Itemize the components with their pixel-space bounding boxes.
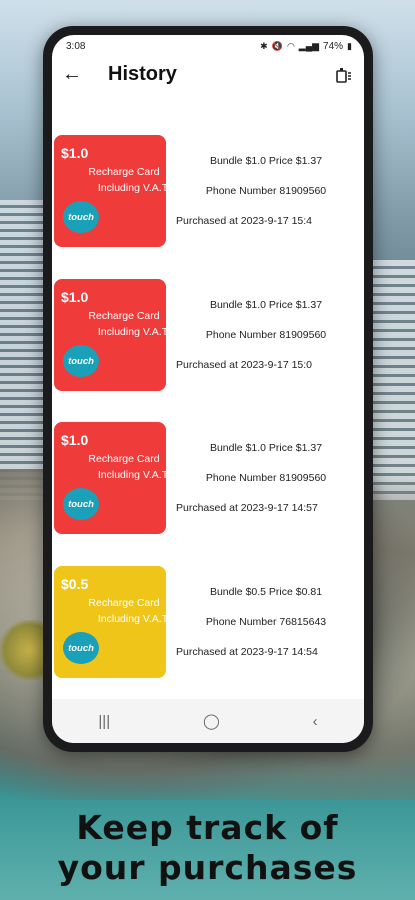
touch-logo-icon: touch	[63, 632, 99, 664]
bundle-price-text: Bundle $1.0 Price $1.37	[209, 442, 323, 454]
card-label: Recharge Card	[88, 310, 160, 322]
card-label: Recharge Card	[88, 453, 160, 465]
card-amount: $0.5	[61, 576, 89, 592]
arrow-left-icon[interactable]: ←	[62, 63, 82, 86]
bundle-price-text: Bundle $1.0 Price $1.37	[209, 299, 323, 311]
touch-logo-icon: touch	[63, 488, 99, 520]
bluetooth-icon: ✱	[260, 40, 268, 51]
page-title: History	[108, 63, 177, 85]
purchase-item[interactable]: $1.0 Recharge Card Including V.A.T touch…	[52, 422, 364, 534]
recharge-card-thumbnail: $1.0 Recharge Card Including V.A.T touch	[54, 135, 168, 247]
purchase-details: Bundle $1.0 Price $1.37 Phone Number 819…	[170, 135, 362, 247]
caption-line-2: your purchases	[57, 848, 358, 887]
bundle-price-text: Bundle $1.0 Price $1.37	[209, 155, 323, 167]
card-amount: $1.0	[61, 432, 89, 448]
phone-screen: 3:08 ✱ 🔇 ◠ ▂▄▆ 74% ▮ ← History $1.0 Rech…	[52, 35, 364, 743]
mute-icon: 🔇	[271, 40, 283, 51]
phone-frame: 3:08 ✱ 🔇 ◠ ▂▄▆ 74% ▮ ← History $1.0 Rech…	[43, 26, 373, 752]
touch-logo-icon: touch	[63, 345, 99, 377]
card-amount: $1.0	[61, 289, 89, 305]
background-building-right	[369, 260, 415, 500]
purchased-at-text: Purchased at 2023-9-17 15:0	[176, 359, 313, 371]
phone-number-text: Phone Number 81909560	[205, 472, 327, 484]
card-label: Recharge Card	[88, 597, 160, 609]
purchased-at-text: Purchased at 2023-9-17 14:57	[176, 502, 318, 514]
status-bar: 3:08 ✱ 🔇 ◠ ▂▄▆ 74% ▮	[52, 35, 364, 57]
promo-caption: Keep track of your purchases	[0, 808, 415, 888]
wifi-icon: ◠	[286, 40, 295, 51]
purchased-at-text: Purchased at 2023-9-17 14:54	[176, 646, 318, 658]
recharge-card-thumbnail: $1.0 Recharge Card Including V.A.T touch	[54, 422, 168, 534]
purchased-at-text: Purchased at 2023-9-17 15:4	[176, 215, 313, 227]
clear-history-icon[interactable]	[336, 67, 352, 83]
card-amount: $1.0	[61, 145, 89, 161]
recents-icon[interactable]: |||	[98, 713, 110, 730]
phone-number-text: Phone Number 76815643	[205, 616, 327, 628]
battery-percent: 74%	[323, 40, 344, 52]
home-icon[interactable]: ◯	[203, 712, 220, 730]
purchase-item[interactable]: $1.0 Recharge Card Including V.A.T touch…	[52, 135, 364, 247]
recharge-card-thumbnail: $1.0 Recharge Card Including V.A.T touch	[54, 279, 168, 391]
purchase-details: Bundle $1.0 Price $1.37 Phone Number 819…	[170, 279, 362, 391]
card-label: Recharge Card	[88, 166, 160, 178]
purchase-item[interactable]: $1.0 Recharge Card Including V.A.T touch…	[52, 279, 364, 391]
phone-number-text: Phone Number 81909560	[205, 185, 327, 197]
battery-icon: ▮	[347, 40, 352, 51]
purchase-details: Bundle $1.0 Price $1.37 Phone Number 819…	[170, 422, 362, 534]
touch-logo-icon: touch	[63, 201, 99, 233]
phone-number-text: Phone Number 81909560	[205, 329, 327, 341]
status-time: 3:08	[66, 40, 86, 52]
purchase-item[interactable]: $0.5 Recharge Card Including V.A.T touch…	[52, 566, 364, 678]
background-building-left	[0, 200, 48, 500]
app-bar: ← History	[52, 57, 364, 95]
status-icons: ✱ 🔇 ◠ ▂▄▆ 74% ▮	[260, 41, 352, 52]
system-navigation-bar: ||| ◯ ‹	[52, 699, 364, 743]
caption-line-1: Keep track of	[76, 808, 339, 847]
purchase-details: Bundle $0.5 Price $0.81 Phone Number 768…	[170, 566, 362, 678]
back-nav-icon[interactable]: ‹	[313, 713, 318, 730]
recharge-card-thumbnail: $0.5 Recharge Card Including V.A.T touch	[54, 566, 168, 678]
signal-icon: ▂▄▆	[298, 40, 320, 51]
bundle-price-text: Bundle $0.5 Price $0.81	[209, 586, 323, 598]
